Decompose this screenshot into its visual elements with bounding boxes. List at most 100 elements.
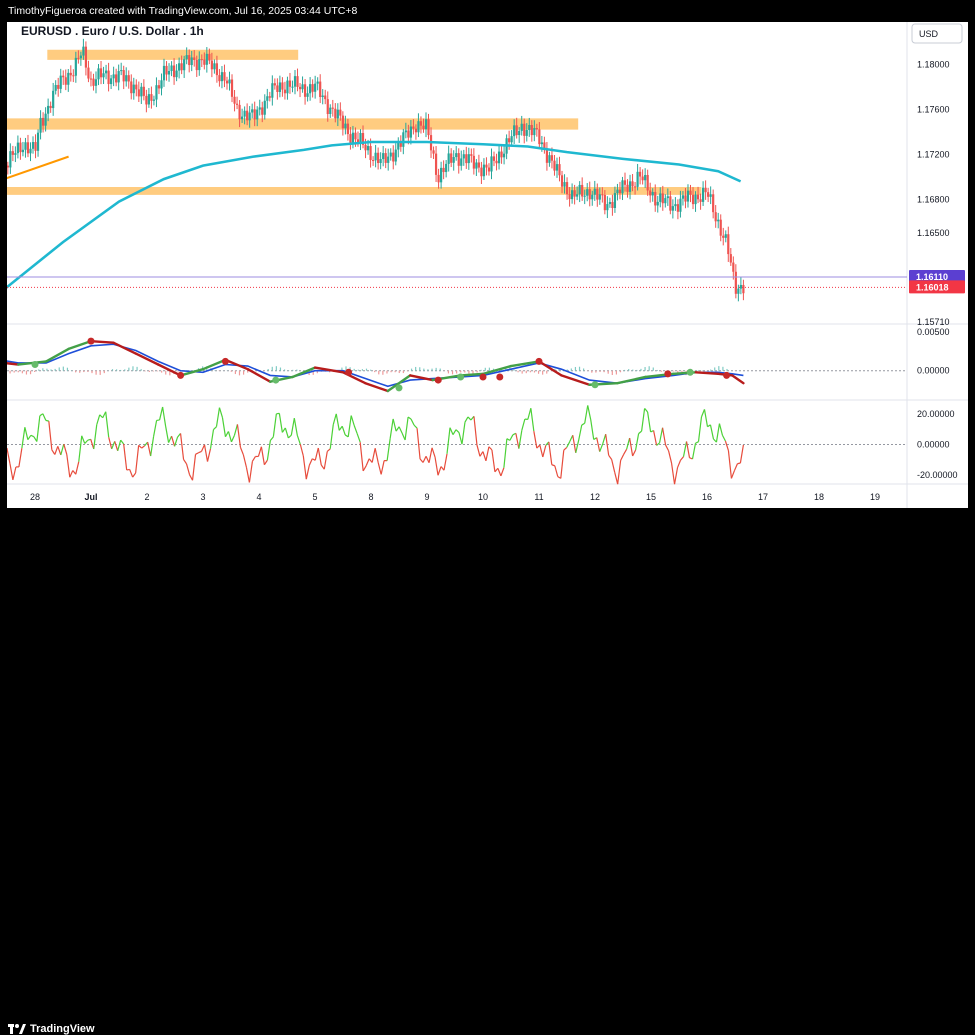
tradingview-logo[interactable]: TradingView <box>8 1023 95 1035</box>
oscillator-segment <box>118 440 121 451</box>
oscillator-segment <box>261 447 264 465</box>
oscillator-segment <box>528 408 531 419</box>
candle-body <box>707 192 709 197</box>
time-axis-label: 11 <box>534 492 543 502</box>
candle-body <box>599 194 601 199</box>
oscillator-segment <box>333 414 336 425</box>
oscillator-segment <box>435 457 438 475</box>
oscillator-segment <box>468 417 471 420</box>
oscillator-segment <box>94 425 97 449</box>
chart-canvas[interactable]: 1.180001.176001.172001.168001.165001.157… <box>7 22 968 508</box>
candle-body <box>581 185 583 197</box>
oscillator-segment <box>136 445 139 473</box>
candle-body <box>170 65 172 71</box>
oscillator-segment <box>501 468 504 476</box>
time-axis-label: 5 <box>312 492 317 502</box>
candle-body <box>659 193 661 201</box>
time-axis-label: 2 <box>144 492 149 502</box>
candle-body <box>364 145 366 150</box>
time-axis-label: 15 <box>646 492 656 502</box>
oscillator-segment <box>363 466 366 471</box>
candle-body <box>367 146 369 150</box>
candle-body <box>417 121 419 132</box>
candle-body <box>342 116 344 129</box>
candle-body <box>319 82 321 97</box>
candle-body <box>65 77 67 84</box>
oscillator-segment <box>142 446 145 448</box>
oscillator-segment <box>43 414 46 421</box>
candle-body <box>274 83 276 85</box>
oscillator-segment <box>115 441 118 450</box>
candle-body <box>420 121 422 126</box>
candle-body <box>312 84 314 92</box>
oscillator-segment <box>294 418 297 435</box>
candle-body <box>458 153 460 166</box>
oscillator-segment <box>405 417 408 440</box>
candle-body <box>382 153 384 159</box>
candle-body <box>138 89 140 96</box>
oscillator-segment <box>37 416 40 442</box>
chart-panel[interactable]: 1.180001.176001.172001.168001.165001.157… <box>7 22 968 508</box>
oscillator-segment <box>357 434 360 442</box>
candle-body <box>377 153 379 163</box>
candle-body <box>244 111 246 117</box>
time-axis-label: 9 <box>424 492 429 502</box>
candle-body <box>60 76 62 89</box>
candle-body <box>730 254 732 262</box>
candle-body <box>92 79 94 86</box>
oscillator-segment <box>555 466 558 477</box>
oscillator-segment <box>10 463 13 479</box>
macd-cross-dot <box>480 373 487 380</box>
candle-body <box>702 188 704 202</box>
candle-body <box>574 190 576 196</box>
price-axis-tick: 1.17600 <box>917 104 950 114</box>
oscillator-segment <box>372 448 375 462</box>
oscillator-segment <box>19 448 22 467</box>
candle-body <box>314 84 316 92</box>
candle-body <box>629 181 631 192</box>
candle-body <box>304 84 306 97</box>
oscillator-segment <box>582 423 585 425</box>
candle-body <box>352 133 354 143</box>
candle-body <box>725 234 727 238</box>
candle-body <box>107 71 109 84</box>
candle-body <box>720 220 722 236</box>
candle-body <box>445 164 447 172</box>
candle-body <box>359 133 361 142</box>
oscillator-segment <box>588 405 591 419</box>
time-axis-label: 3 <box>200 492 205 502</box>
candle-body <box>95 79 97 86</box>
oscillator-segment <box>64 444 67 454</box>
oscillator-segment <box>237 424 240 447</box>
oscillator-segment <box>309 459 312 466</box>
tradingview-chart-frame: TimothyFigueroa created with TradingView… <box>0 0 975 536</box>
candle-body <box>606 204 608 210</box>
candle-body <box>327 99 329 114</box>
candle-body <box>372 160 374 161</box>
oscillator-segment <box>408 417 411 419</box>
oscillator-segment <box>270 437 273 441</box>
candle-body <box>208 54 210 61</box>
candle-body <box>737 289 739 294</box>
oscillator-segment <box>477 445 480 456</box>
oscillator-segment <box>642 408 645 431</box>
candle-body <box>626 185 628 192</box>
candle-body <box>493 156 495 160</box>
macd-cross-dot <box>345 369 352 376</box>
candle-body <box>485 165 487 168</box>
oscillator-segment <box>228 431 231 441</box>
price-axis-tick: 1.16500 <box>917 228 950 238</box>
candle-body <box>495 161 497 163</box>
time-axis-label: 8 <box>368 492 373 502</box>
oscillator-segment <box>222 418 225 437</box>
candle-body <box>463 154 465 158</box>
macd-line-segment <box>113 343 135 354</box>
candle-body <box>397 143 399 150</box>
candle-body <box>75 58 77 76</box>
oscillator-segment <box>58 446 61 455</box>
oscillator-segment <box>585 405 588 423</box>
candle-body <box>349 134 351 143</box>
oscillator-axis-tick: 20.00000 <box>917 409 955 419</box>
oscillator-segment <box>267 441 270 461</box>
candle-body <box>614 193 616 208</box>
